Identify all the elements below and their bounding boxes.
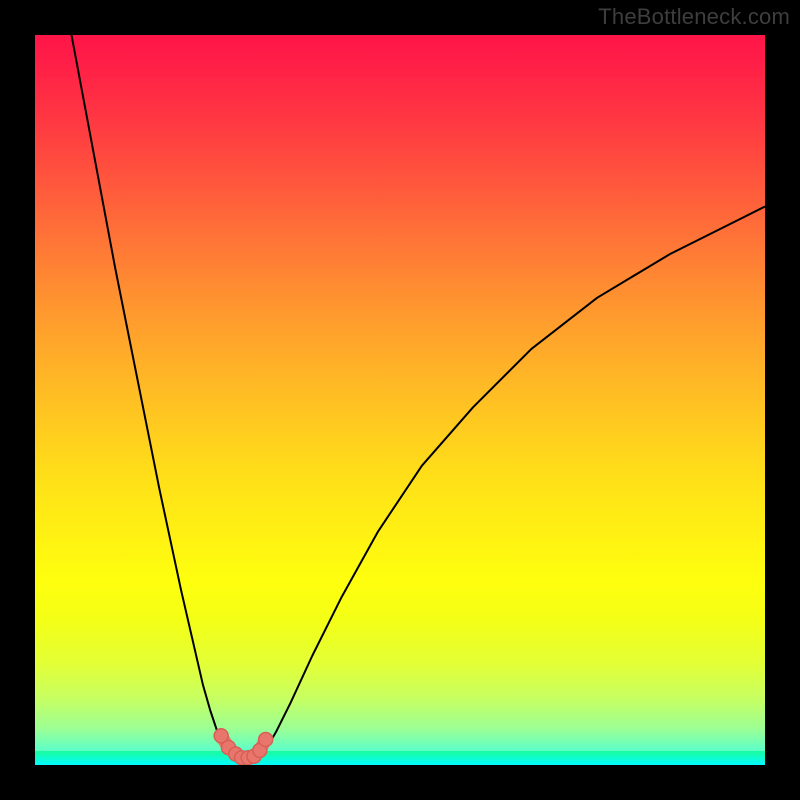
curve-right-branch — [261, 207, 765, 754]
watermark-text: TheBottleneck.com — [598, 4, 790, 30]
curve-left-branch — [72, 35, 233, 753]
chart-frame: TheBottleneck.com — [0, 0, 800, 800]
curve-layer — [35, 35, 765, 765]
marker-dot — [259, 732, 273, 746]
plot-area — [35, 35, 765, 765]
marker-dots-group — [214, 729, 273, 765]
